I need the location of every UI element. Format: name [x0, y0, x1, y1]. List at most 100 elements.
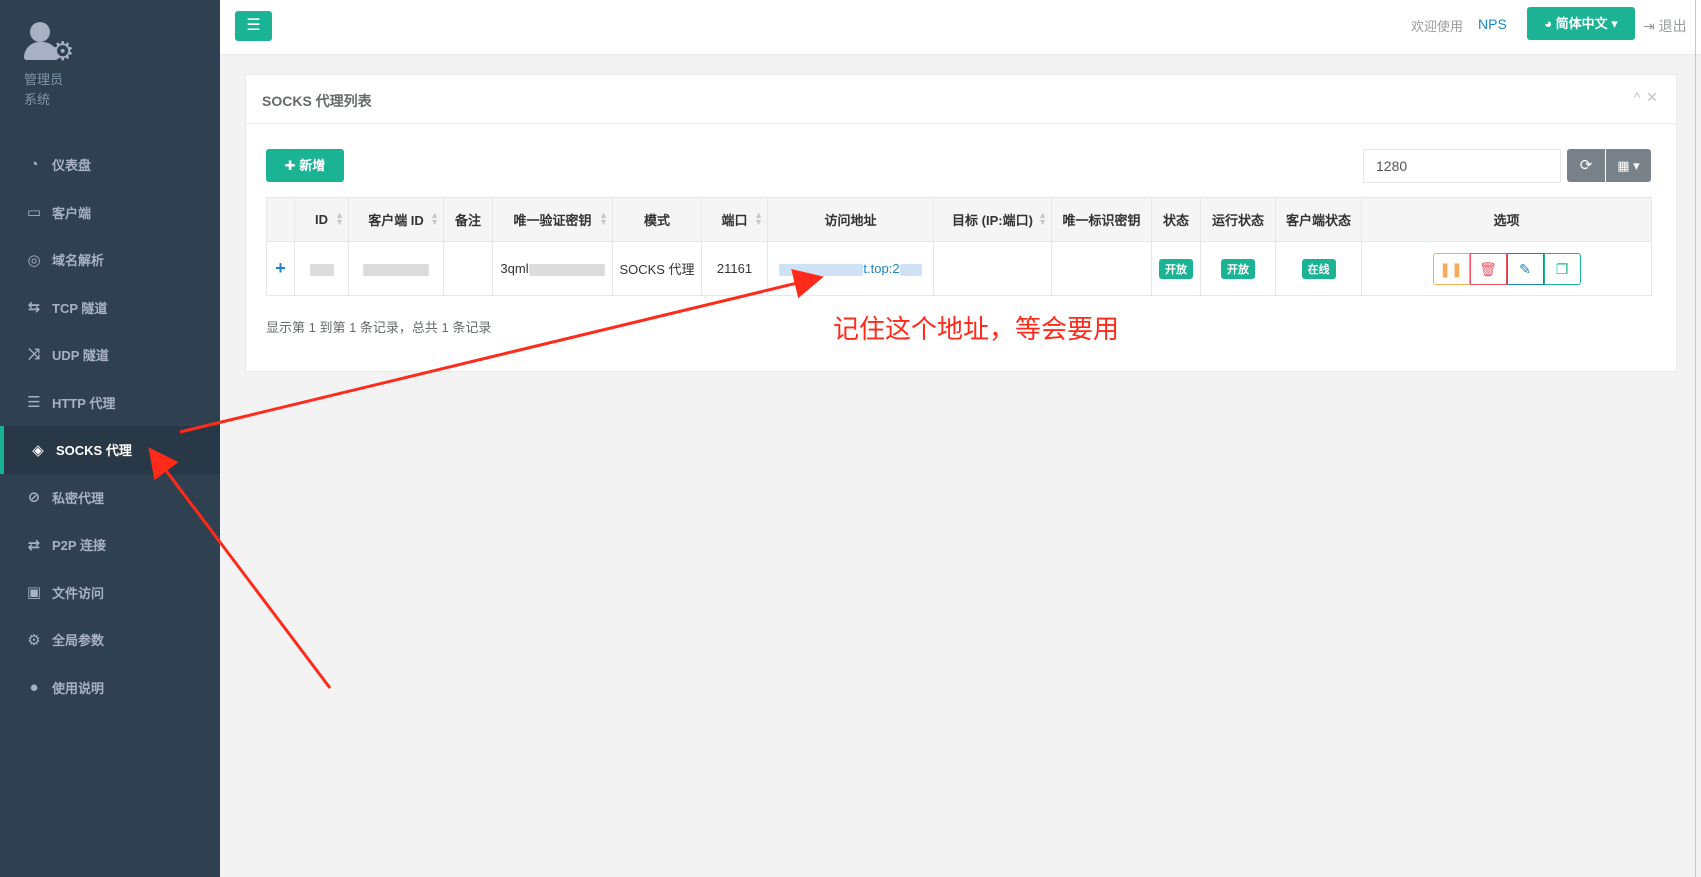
panel-header: SOCKS 代理列表 ^✕	[246, 75, 1676, 124]
pagination-info: 显示第 1 到第 1 条记录，总共 1 条记录	[266, 320, 492, 335]
profile-role: 管理员	[24, 72, 64, 87]
sidebar-item-label: 私密代理	[52, 490, 105, 506]
plus-icon: ✚	[284, 158, 300, 173]
columns-toggle-button[interactable]: ▦ ▾	[1606, 149, 1651, 182]
column-header-client-id[interactable]: 客户端 ID ▲ ▼	[348, 197, 444, 242]
expand-column-header	[266, 197, 295, 242]
menu-toggle-button[interactable]: ☰	[235, 11, 272, 41]
layers-icon: ◈	[32, 441, 44, 459]
logout-link[interactable]: ⇥ 退出	[1643, 16, 1687, 36]
client-id-cell	[348, 241, 444, 296]
profile: ⚙ 管理员 系统	[24, 22, 76, 110]
refresh-icon: ⟳	[1579, 157, 1593, 174]
lightbulb-icon: ●	[29, 678, 39, 696]
sidebar-item-label: UDP 隧道	[52, 348, 109, 364]
status-cell: 开放	[1151, 241, 1201, 296]
sidebar-item-dashboard[interactable]: ◔ 仪表盘	[0, 141, 220, 189]
welcome-text: 欢迎使用	[1411, 19, 1464, 34]
plus-icon[interactable]: +	[275, 258, 286, 278]
unique-key-cell	[1051, 241, 1152, 296]
delete-button[interactable]: 🗑	[1469, 252, 1507, 285]
target-cell	[933, 241, 1052, 296]
address-cell[interactable]: t.top:2	[767, 241, 934, 296]
redacted-address-tail	[899, 263, 922, 276]
refresh-button[interactable]: ⟳	[1567, 149, 1605, 182]
column-label: ID	[315, 212, 328, 227]
language-dropdown[interactable]: ◕ 简体中文 ▾	[1527, 7, 1635, 40]
column-header-port[interactable]: 端口 ▲ ▼	[701, 197, 768, 242]
column-label: 端口	[721, 213, 748, 228]
client-status-cell: 在线	[1275, 241, 1362, 296]
sidebar-item-global[interactable]: ⚙ 全局参数	[0, 616, 220, 664]
globe-icon: ◎	[27, 251, 41, 269]
column-header-target[interactable]: 目标 (IP:端口) ▲ ▼	[933, 197, 1052, 242]
retweet-icon: ⇆	[27, 299, 41, 317]
sidebar-item-label: 仪表盘	[52, 158, 92, 174]
remark-cell	[443, 241, 493, 296]
close-icon[interactable]: ✕	[1646, 89, 1664, 105]
column-header-status: 状态	[1151, 197, 1201, 242]
expand-cell[interactable]: +	[266, 241, 295, 296]
sidebar-item-domain[interactable]: ◎ 域名解析	[0, 236, 220, 284]
sort-icon: ▲ ▼	[754, 210, 763, 227]
collapse-icon[interactable]: ^	[1634, 89, 1647, 105]
sort-icon: ▲ ▼	[1038, 210, 1047, 227]
sidebar-item-tcp[interactable]: ⇆ TCP 隧道	[0, 284, 220, 332]
copy-button[interactable]: ❐	[1543, 252, 1581, 285]
mode-cell: SOCKS 代理	[612, 241, 702, 296]
sidebar-item-label: 域名解析	[52, 253, 105, 269]
nps-link[interactable]: NPS	[1478, 16, 1507, 32]
sidebar-item-clients[interactable]: ▭ 客户端	[0, 189, 220, 237]
sidebar: ⚙ 管理员 系统 ◔ 仪表盘 ▭ 客户端 ◎ 域名解析 ⇆ TCP 隧道 ⤨ UDP 隧道…	[0, 0, 220, 877]
sort-icon: ▲ ▼	[430, 210, 439, 227]
sidebar-item-file[interactable]: ▣ 文件访问	[0, 569, 220, 617]
sidebar-item-socks[interactable]: ◈ SOCKS 代理	[0, 426, 220, 474]
column-header-verify-key[interactable]: 唯一验证密钥 ▲ ▼	[492, 197, 613, 242]
gear-icon: ⚙	[27, 631, 41, 649]
user-settings-icon: ⚙	[24, 22, 76, 66]
eye-slash-icon: ⊘	[27, 489, 41, 507]
address-link[interactable]: t.top:2	[863, 261, 899, 276]
sidebar-item-label: TCP 隧道	[52, 300, 108, 316]
globe-icon: ◕	[1544, 16, 1556, 31]
column-header-run-status: 运行状态	[1200, 197, 1276, 242]
caret-down-icon: ▾	[1607, 16, 1618, 31]
sidebar-item-udp[interactable]: ⤨ UDP 隧道	[0, 331, 220, 379]
sidebar-item-help[interactable]: ● 使用说明	[0, 664, 220, 712]
client-status-badge: 在线	[1301, 258, 1336, 279]
pause-button[interactable]: ❚❚	[1432, 252, 1470, 285]
column-header-id[interactable]: ID ▲ ▼	[294, 197, 349, 242]
sidebar-nav: ◔ 仪表盘 ▭ 客户端 ◎ 域名解析 ⇆ TCP 隧道 ⤨ UDP 隧道 ☰ HTTP 代理…	[0, 141, 220, 711]
redacted-id	[309, 263, 334, 276]
socks-table: ID ▲ ▼ 客户端 ID ▲ ▼ 备注 唯一验证密钥 ▲ ▼ 模式 端口 ▲ ▼ 访问地址 目…	[266, 197, 1652, 296]
panel-tools: ^✕	[1634, 89, 1664, 106]
search-input[interactable]	[1363, 149, 1561, 183]
table-row: + 3qml SOCKS 代理 21161 t.top:2 开放 开放 在线 ❚…	[266, 241, 1652, 296]
copy-icon: ❐	[1555, 260, 1569, 277]
sidebar-item-p2p[interactable]: ⇄ P2P 连接	[0, 521, 220, 569]
sidebar-item-label: P2P 连接	[52, 538, 106, 554]
column-label: 客户端状态	[1285, 213, 1351, 228]
add-button[interactable]: ✚ 新增	[266, 149, 344, 182]
column-header-address: 访问地址	[767, 197, 934, 242]
redacted-address	[779, 263, 864, 276]
verify-key-cell: 3qml	[492, 241, 613, 296]
run-status-cell: 开放	[1200, 241, 1276, 296]
column-label: 备注	[454, 213, 481, 228]
sidebar-item-secret[interactable]: ⊘ 私密代理	[0, 474, 220, 522]
trash-icon: 🗑	[1479, 260, 1497, 277]
column-label: 运行状态	[1211, 213, 1264, 228]
annotation-text: 记住这个地址，等会要用	[833, 315, 1120, 345]
top-navbar: ☰ 欢迎使用 NPS ◕ 简体中文 ▾ ⇥ 退出	[220, 0, 1701, 55]
sidebar-item-label: HTTP 代理	[52, 395, 116, 411]
column-header-options: 选项	[1361, 197, 1652, 242]
logout-label: 退出	[1658, 18, 1687, 34]
column-header-remark: 备注	[443, 197, 493, 242]
briefcase-icon: ▣	[26, 584, 42, 602]
sidebar-item-label: SOCKS 代理	[56, 443, 132, 459]
edit-button[interactable]: ✎	[1506, 252, 1544, 285]
column-label: 唯一验证密钥	[513, 213, 592, 228]
run-status-badge: 开放	[1221, 258, 1255, 279]
redacted-key	[528, 263, 605, 276]
sidebar-item-http[interactable]: ☰ HTTP 代理	[0, 379, 220, 427]
